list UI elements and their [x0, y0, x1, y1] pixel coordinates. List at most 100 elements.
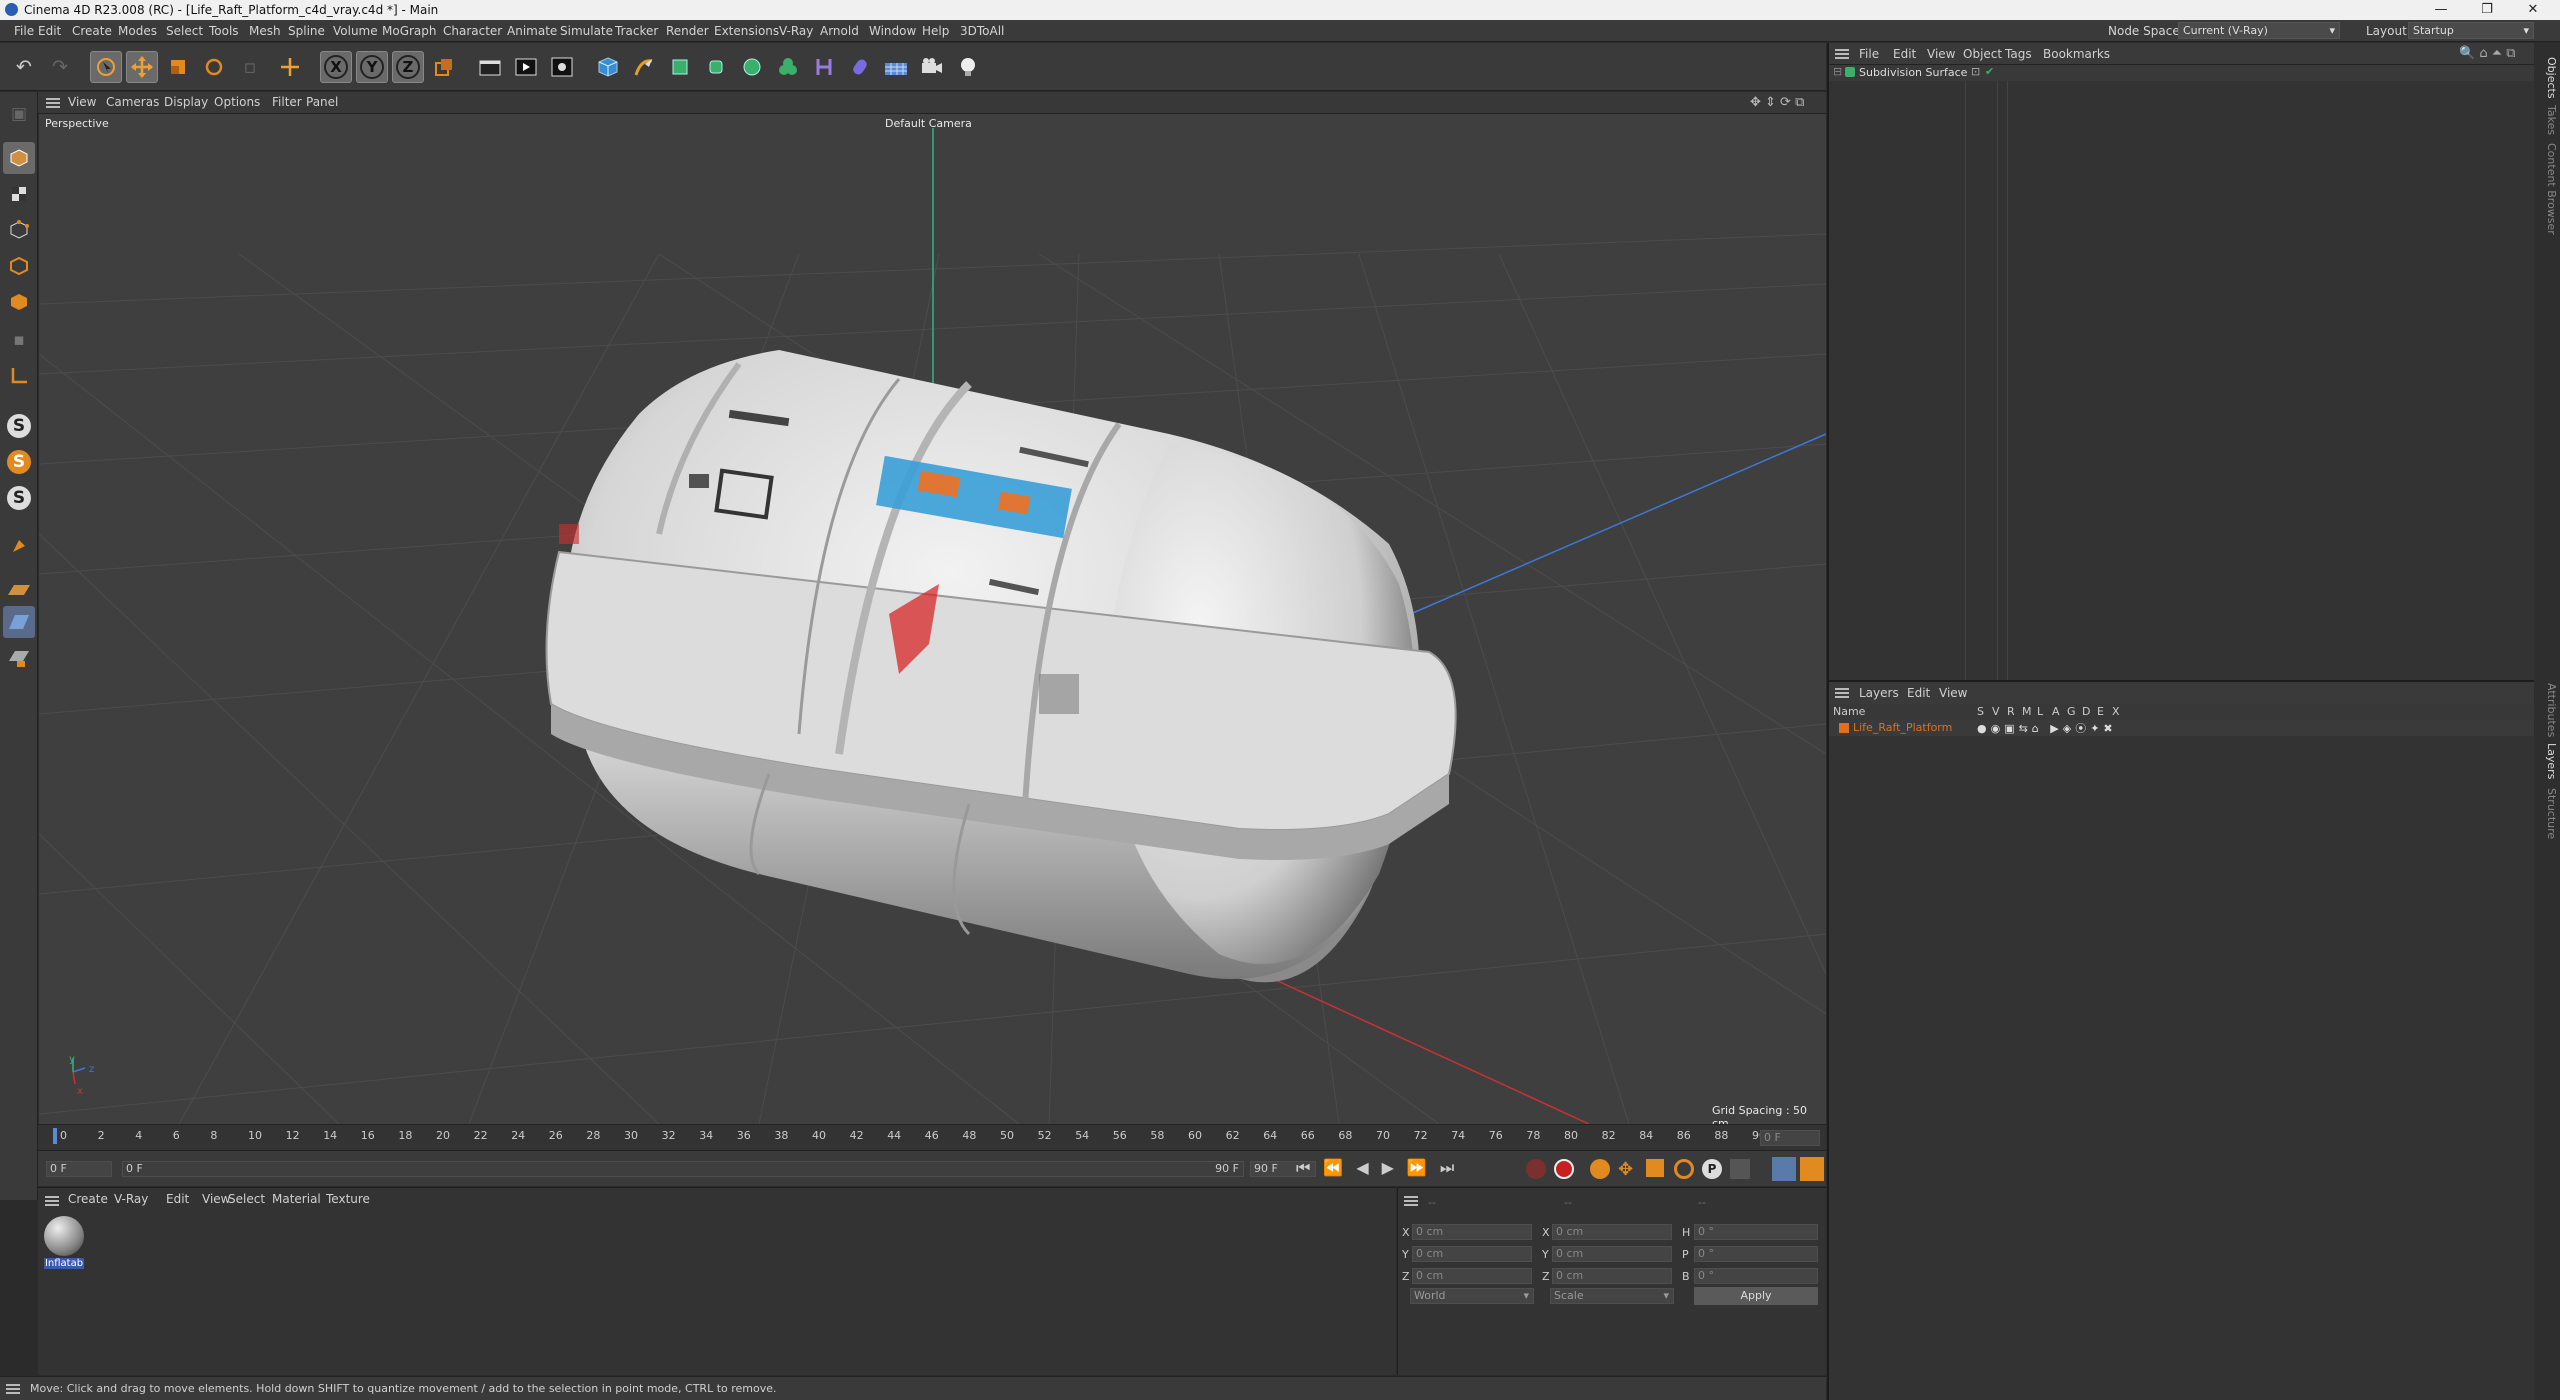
- menu-item-window[interactable]: Window: [869, 24, 916, 38]
- record-icon[interactable]: [1526, 1159, 1546, 1179]
- status-menu-icon[interactable]: [6, 1384, 20, 1394]
- cube-object-icon[interactable]: [592, 51, 624, 83]
- coord-rotation-field[interactable]: 0 °: [1694, 1224, 1818, 1240]
- coordinate-mode-select[interactable]: World ▾: [1410, 1288, 1534, 1304]
- object-menu-view[interactable]: View: [1927, 47, 1955, 61]
- tab-attributes[interactable]: Attributes: [2545, 683, 2558, 737]
- floor-icon[interactable]: [880, 51, 912, 83]
- locked-workplane-icon[interactable]: [3, 642, 35, 674]
- playhead[interactable]: [53, 1128, 57, 1144]
- camera-icon[interactable]: [916, 51, 948, 83]
- coord-rotation-field[interactable]: 0 °: [1694, 1268, 1818, 1284]
- material-swatch[interactable]: Inflatab: [44, 1216, 84, 1274]
- layer-menu-edit[interactable]: Edit: [1907, 686, 1930, 700]
- object-enabled-check-icon[interactable]: ✔: [1985, 65, 1994, 78]
- playback-controls[interactable]: ⏮⏪◀▶⏩⏭: [1296, 1158, 1467, 1178]
- viewport-menu-display[interactable]: Display: [164, 95, 208, 109]
- layer-column-s[interactable]: S: [1977, 705, 1984, 718]
- scale-key-icon[interactable]: [1646, 1159, 1664, 1177]
- object-row[interactable]: ⊟ Subdivision Surface ⊡ ✔: [1829, 65, 2534, 81]
- timeline-frame-field[interactable]: 0 F: [1760, 1130, 1820, 1146]
- menu-item-tracker[interactable]: Tracker: [615, 24, 658, 38]
- layout-select[interactable]: Startup ▾: [2408, 22, 2534, 39]
- add-object-icon[interactable]: [274, 51, 306, 83]
- menu-item-select[interactable]: Select: [166, 24, 203, 38]
- autokey-icon[interactable]: [1554, 1159, 1574, 1179]
- material-menu-create[interactable]: Create: [68, 1192, 108, 1206]
- object-header-icons[interactable]: 🔍 ⌂ ⏶ ⧉: [2459, 46, 2516, 61]
- close-icon[interactable]: ✕: [2510, 0, 2556, 20]
- material-menu-icon[interactable]: [45, 1196, 59, 1206]
- layer-column-d[interactable]: D: [2082, 705, 2090, 718]
- rotate-icon[interactable]: [198, 51, 230, 83]
- material-menu-edit[interactable]: Edit: [166, 1192, 189, 1206]
- mograph-icon[interactable]: [772, 51, 804, 83]
- coordinates-menu-icon[interactable]: [1404, 1196, 1418, 1206]
- viewport-menu-view[interactable]: View: [68, 95, 96, 109]
- viewport-menu-options[interactable]: Options: [214, 95, 260, 109]
- axis-mode-icon[interactable]: [3, 360, 35, 392]
- light-icon[interactable]: [952, 51, 984, 83]
- cloner-icon[interactable]: [736, 51, 768, 83]
- menu-item-edit[interactable]: Edit: [38, 24, 61, 38]
- viewport-menu-filter[interactable]: Filter: [272, 95, 302, 109]
- points-mode-icon[interactable]: [3, 214, 35, 246]
- coord-size-field[interactable]: 0 cm: [1552, 1268, 1672, 1284]
- layer-toggle-icons[interactable]: ●◉▣⇆⌂ ▶◈⦿✦✖: [1977, 720, 2117, 736]
- deformer-icon[interactable]: [808, 51, 840, 83]
- snap-workplane-icon[interactable]: S: [3, 482, 35, 514]
- tab-objects[interactable]: Objects: [2545, 57, 2558, 99]
- y-axis-lock-button[interactable]: Y: [356, 51, 388, 83]
- polygons-mode-icon[interactable]: [3, 286, 35, 318]
- coord-position-field[interactable]: 0 cm: [1412, 1224, 1532, 1240]
- layer-color-swatch[interactable]: [1839, 723, 1849, 733]
- texture-mode-icon[interactable]: [3, 178, 35, 210]
- keyframe-selection-icon[interactable]: [1590, 1159, 1610, 1179]
- scale-icon[interactable]: [162, 51, 194, 83]
- pen-spline-icon[interactable]: [628, 51, 660, 83]
- make-editable-icon[interactable]: ▣: [3, 98, 35, 130]
- tab-layers[interactable]: Layers: [2545, 743, 2558, 779]
- menu-item-tools[interactable]: Tools: [209, 24, 239, 38]
- material-menu-vray[interactable]: V-Ray: [114, 1192, 148, 1206]
- object-menu-bookmarks[interactable]: Bookmarks: [2043, 47, 2110, 61]
- x-axis-lock-button[interactable]: X: [320, 51, 352, 83]
- rotation-key-icon[interactable]: [1674, 1159, 1694, 1179]
- workplane-icon[interactable]: [3, 574, 35, 606]
- coord-position-field[interactable]: 0 cm: [1412, 1268, 1532, 1284]
- layer-menu-view[interactable]: View: [1939, 686, 1967, 700]
- current-frame-field[interactable]: 0 F: [46, 1161, 112, 1177]
- subdivision-generator-icon[interactable]: [664, 51, 696, 83]
- field-icon[interactable]: [844, 51, 876, 83]
- object-menu-tags[interactable]: Tags: [2005, 47, 2032, 61]
- material-menu-select[interactable]: Select: [228, 1192, 265, 1206]
- layer-menu-layers[interactable]: Layers: [1859, 686, 1899, 700]
- viewport-nav-icons[interactable]: ✥ ⇕ ⟳ ⧉: [1750, 95, 1804, 110]
- coord-rotation-field[interactable]: 0 °: [1694, 1246, 1818, 1262]
- layer-column-a[interactable]: A: [2052, 705, 2060, 718]
- tab-takes[interactable]: Takes: [2545, 105, 2558, 135]
- viewport-menu-icon[interactable]: [46, 98, 60, 108]
- grid-workplane-icon[interactable]: [3, 606, 35, 638]
- timeline-window-icon[interactable]: [1800, 1157, 1824, 1181]
- tab-structure[interactable]: Structure: [2545, 788, 2558, 839]
- layer-column-x[interactable]: X: [2112, 705, 2120, 718]
- object-menu-object[interactable]: Object: [1963, 47, 2002, 61]
- menu-item-character[interactable]: Character: [443, 24, 502, 38]
- move-icon[interactable]: [126, 51, 158, 83]
- menu-item-mesh[interactable]: Mesh: [249, 24, 281, 38]
- menu-item-animate[interactable]: Animate: [507, 24, 557, 38]
- render-settings-icon[interactable]: [546, 51, 578, 83]
- extrude-generator-icon[interactable]: [700, 51, 732, 83]
- material-menu-texture[interactable]: Texture: [326, 1192, 370, 1206]
- menu-item-modes[interactable]: Modes: [118, 24, 157, 38]
- pla-key-icon[interactable]: [1730, 1159, 1750, 1179]
- menu-item-file[interactable]: File: [14, 24, 34, 38]
- menu-item-3dtoall[interactable]: 3DToAll: [960, 24, 1004, 38]
- 3d-viewport[interactable]: Perspective Default Camera Grid Spacing …: [39, 114, 1826, 1124]
- menu-item-extensions[interactable]: Extensions: [714, 24, 779, 38]
- layer-column-e[interactable]: E: [2097, 705, 2104, 718]
- material-menu-material[interactable]: Material: [272, 1192, 321, 1206]
- snap-icon[interactable]: S: [3, 410, 35, 442]
- menu-item-arnold[interactable]: Arnold: [820, 24, 859, 38]
